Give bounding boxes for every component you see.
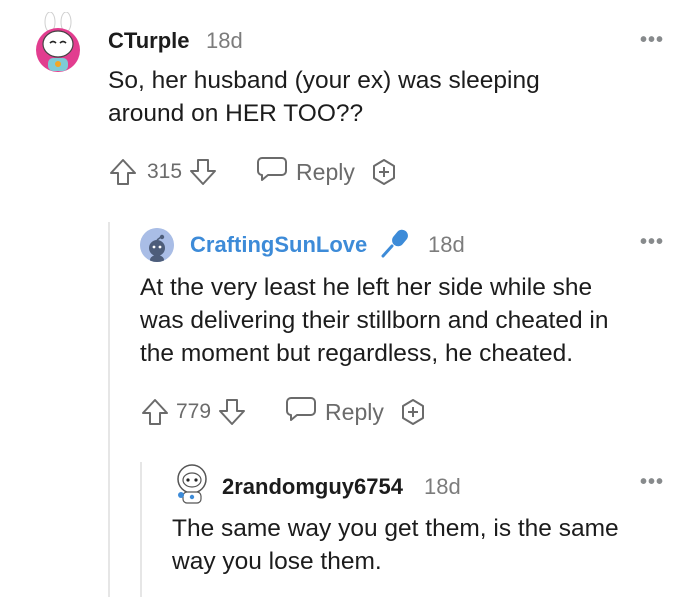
award-icon[interactable] [398,397,428,427]
upvote-icon[interactable] [108,157,138,187]
snoo-avatar-bunny-icon [32,12,84,74]
comment-timestamp: 18d [428,232,465,257]
avatar[interactable] [172,462,212,506]
downvote-icon[interactable] [217,397,247,427]
astronaut-snoo-avatar-icon [172,464,212,506]
avatar[interactable] [32,12,84,74]
avatar[interactable] [140,228,174,262]
comment-actions: 779 Reply [140,394,428,430]
downvote-icon[interactable] [188,157,218,187]
comment-body-line: the moment but regardless, he cheated. [140,340,574,367]
reply-label: Reply [296,158,355,185]
default-snoo-avatar-icon [140,228,174,262]
reply-button[interactable]: Reply [285,395,384,429]
thread-line-level-2[interactable] [140,462,142,597]
comment-username[interactable]: CTurple [108,28,189,54]
upvote-icon[interactable] [140,397,170,427]
comment-bubble-icon [256,155,288,189]
comment-body-line: At the very least he left her side while… [140,274,593,301]
comment-body: So, her husband (your ex) was sleeping a… [108,64,540,130]
microphone-icon [378,226,412,265]
comment-username[interactable]: CraftingSunLove [190,232,367,258]
comment-timestamp: 18d [206,28,243,53]
thread-line-level-1[interactable] [108,222,110,597]
comment-body: At the very least he left her side while… [140,271,609,370]
vote-count: 779 [176,400,212,423]
reply-label: Reply [325,398,384,425]
comment-bubble-icon [285,395,317,429]
more-options-button[interactable]: ••• [640,30,664,50]
reply-button[interactable]: Reply [256,155,355,189]
comment-username[interactable]: 2randomguy6754 [222,474,403,500]
comment-actions: 315 Reply [108,154,399,190]
comment-timestamp: 18d [424,474,461,499]
award-icon[interactable] [369,157,399,187]
vote-count: 315 [147,160,183,183]
more-options-button[interactable]: ••• [640,232,664,252]
comment-body-line: was delivering their stillborn and cheat… [140,307,609,334]
comment-body: The same way you get them, is the same w… [172,512,619,578]
comment-body-line: So, her husband (your ex) was sleeping [108,67,540,94]
comment-body-line: around on HER TOO?? [108,100,364,127]
comment-body-line: way you lose them. [172,548,382,575]
more-options-button[interactable]: ••• [640,472,664,492]
comment-body-line: The same way you get them, is the same [172,515,619,542]
